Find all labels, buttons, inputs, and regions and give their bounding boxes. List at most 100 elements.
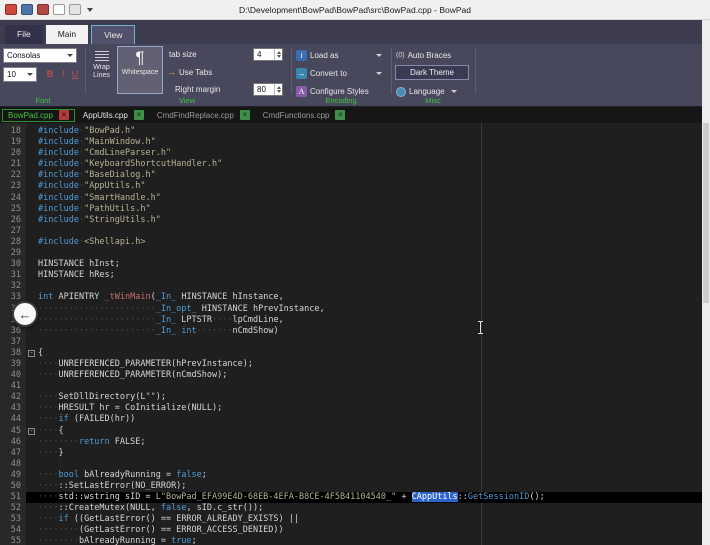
ribbon-group-encoding-label: Encoding [293,96,389,105]
code-editor[interactable]: 18#include·"BowPad.h"19#include·"MainWin… [0,123,710,545]
file-tab[interactable]: BowPad.cpp× [2,109,75,122]
qat-customize-arrow-icon[interactable] [87,8,93,12]
code-line[interactable]: 26#include·"StringUtils.h" [0,215,702,226]
fold-margin [26,359,38,370]
code-line[interactable]: 24#include·"SmartHandle.h" [0,193,702,204]
file-tab[interactable]: AppUtils.cpp× [78,109,149,122]
file-tab[interactable]: CmdFunctions.cpp× [258,109,351,122]
wrap-lines-button[interactable]: Wrap Lines [88,46,115,94]
right-margin-spinner[interactable]: 80 [253,83,283,96]
code-line[interactable]: 33int APIENTRY _tWinMain(_In_ HINSTANCE … [0,292,702,303]
code-line[interactable]: 34·······················_In_opt_ HINSTA… [0,304,702,315]
bold-button[interactable]: B [44,67,56,82]
code-line[interactable]: 25#include·"PathUtils.h" [0,204,702,215]
close-tab-icon[interactable]: × [240,110,250,120]
ribbon-body: Consolas 10 B I U Font Wrap Lines ¶ Whit… [0,44,710,107]
close-tab-icon[interactable]: × [134,110,144,120]
code-line[interactable]: 53····if ((GetLastError() == ERROR_ALREA… [0,514,702,525]
code-line[interactable]: 41 [0,381,702,392]
code-line[interactable]: 30HINSTANCE hInst; [0,259,702,270]
code-line[interactable]: 38-{ [0,348,702,359]
close-tab-icon[interactable]: × [335,110,345,120]
font-name-combobox[interactable]: Consolas [3,48,77,63]
code-line[interactable]: 23#include·"AppUtils.h" [0,181,702,192]
dark-theme-toggle[interactable]: Dark Theme [395,65,469,80]
scrollbar-thumb[interactable] [703,123,709,303]
font-size-combobox[interactable]: 10 [3,67,37,82]
ribbon-group-view-label: View [87,96,287,105]
file-tab[interactable]: CmdFindReplace.cpp× [152,109,255,122]
code-line[interactable]: 19#include·"MainWindow.h" [0,137,702,148]
back-button-overlay[interactable]: ← [12,301,38,327]
code-line[interactable]: 40····UNREFERENCED_PARAMETER(nCmdShow); [0,370,702,381]
code-text [38,281,702,292]
code-line[interactable]: 50····::SetLastError(NO_ERROR); [0,481,702,492]
code-line[interactable]: 37 [0,337,702,348]
code-line[interactable]: 36·······················_In_ int·······… [0,326,702,337]
code-text: ····if (FAILED(hr)) [38,414,702,425]
convert-to-label: Convert to [310,69,370,78]
auto-braces-toggle[interactable]: (0) Auto Braces [396,49,451,62]
fold-margin[interactable]: - [26,426,38,437]
code-line[interactable]: 42····SetDllDirectory(L""); [0,392,702,403]
code-line[interactable]: 22#include·"BaseDialog.h" [0,170,702,181]
spinner-arrows-icon[interactable] [274,84,282,95]
code-text [38,459,702,470]
line-number: 40 [0,370,26,381]
code-line[interactable]: 29 [0,248,702,259]
ribbon-tab-main[interactable]: Main [46,25,88,44]
tab-size-spinner[interactable]: 4 [253,48,283,61]
selected-text: CAppUtils [412,492,458,502]
code-line[interactable]: 27 [0,226,702,237]
code-line[interactable]: 18#include·"BowPad.h" [0,126,702,137]
code-line[interactable]: 47····} [0,448,702,459]
code-line[interactable]: 39····UNREFERENCED_PARAMETER(hPrevInstan… [0,359,702,370]
load-as-dropdown[interactable]: i Load as [296,49,382,62]
open-document-icon[interactable] [69,4,81,15]
code-line[interactable]: 48 [0,459,702,470]
code-text: ·······················_In_ int·······nC… [38,326,702,337]
save-icon[interactable] [21,4,33,15]
fold-margin [26,481,38,492]
code-line[interactable]: 45-····{ [0,426,702,437]
code-line[interactable]: 44····if (FAILED(hr)) [0,414,702,425]
line-number: 27 [0,226,26,237]
code-line[interactable]: 54········(GetLastError() == ERROR_ACCES… [0,525,702,536]
fold-margin[interactable]: - [26,348,38,359]
wrap-lines-icon [95,51,109,61]
code-text: #include·"SmartHandle.h" [38,193,702,204]
code-line[interactable]: 46········return FALSE; [0,437,702,448]
use-tabs-toggle[interactable]: → Use Tabs [167,66,212,79]
save-all-icon[interactable] [37,4,49,15]
close-tab-icon[interactable]: × [59,110,69,120]
fold-margin [26,437,38,448]
spinner-arrows-icon[interactable] [274,49,282,60]
convert-to-dropdown[interactable]: → Convert to [296,67,382,80]
code-line[interactable]: 43····HRESULT hr = CoInitialize(NULL); [0,403,702,414]
fold-collapse-icon[interactable]: - [28,428,35,435]
whitespace-button[interactable]: ¶ Whitespace [117,46,163,94]
code-line[interactable]: 20#include·"CmdLineParser.h" [0,148,702,159]
code-line[interactable]: 51····std::wstring sID = L"BowPad_EFA99E… [0,492,702,503]
code-line[interactable]: 35·······················_In_ LPTSTR····… [0,315,702,326]
code-line[interactable]: 31HINSTANCE hRes; [0,270,702,281]
underline-button[interactable]: U [69,67,81,82]
fold-collapse-icon[interactable]: - [28,350,35,357]
ribbon-tab-file[interactable]: File [5,25,43,44]
code-text: ········(GetLastError() == ERROR_ACCESS_… [38,525,702,536]
code-line[interactable]: 21#include·"KeyboardShortcutHandler.h" [0,159,702,170]
code-line[interactable]: 49····bool bAlreadyRunning = false; [0,470,702,481]
ribbon-tab-view[interactable]: View [91,25,135,44]
code-line[interactable]: 52····::CreateMutex(NULL, false, sID.c_s… [0,503,702,514]
code-text [38,381,702,392]
code-area[interactable]: 18#include·"BowPad.h"19#include·"MainWin… [0,126,702,545]
fold-margin [26,259,38,270]
fold-margin [26,448,38,459]
code-line[interactable]: 28#include·<Shellapi.h> [0,237,702,248]
italic-button[interactable]: I [57,67,69,82]
group-divider [475,48,476,94]
code-line[interactable]: 55········bAlreadyRunning = true; [0,536,702,545]
vertical-scrollbar[interactable] [702,20,710,545]
new-document-icon[interactable] [53,4,65,15]
code-line[interactable]: 32 [0,281,702,292]
